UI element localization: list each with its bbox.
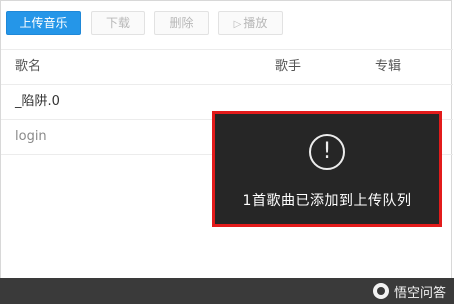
download-button[interactable]: 下载 — [91, 11, 145, 35]
column-header-artist[interactable]: 歌手 — [275, 50, 301, 84]
watermark: 悟空问答 — [372, 282, 446, 301]
song-name: _陷阱.0 — [15, 94, 60, 109]
delete-button[interactable]: 删除 — [154, 11, 209, 35]
upload-toast: ! 1首歌曲已添加到上传队列 — [212, 111, 442, 227]
toast-message: 1首歌曲已添加到上传队列 — [242, 193, 412, 209]
bottom-bar: 悟空问答 — [0, 278, 454, 304]
column-header-name[interactable]: 歌名 — [15, 50, 41, 84]
play-button-label: 播放 — [243, 16, 268, 30]
song-name: login — [15, 129, 47, 144]
upload-music-button[interactable]: 上传音乐 — [6, 11, 81, 35]
wukong-logo-icon — [372, 283, 389, 299]
music-panel: 上传音乐 下载 删除 ▷ 播放 歌名 歌手 专辑 _陷阱.0 login ! 1首… — [0, 0, 453, 302]
table-header: 歌名 歌手 专辑 — [1, 49, 453, 85]
exclamation-circle-icon: ! — [309, 134, 345, 170]
column-header-album[interactable]: 专辑 — [375, 50, 401, 84]
play-icon: ▷ — [233, 19, 242, 30]
play-button[interactable]: ▷ 播放 — [218, 11, 283, 35]
watermark-text: 悟空问答 — [393, 285, 446, 301]
